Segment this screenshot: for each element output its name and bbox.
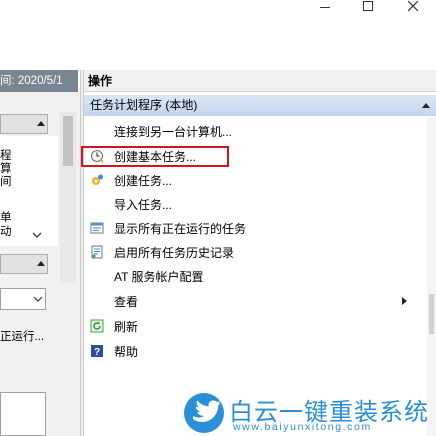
summary-line: 动 [0,226,12,238]
refresh-icon [90,319,104,333]
action-connect-computer[interactable]: 连接到另一台计算机... [84,120,424,142]
section-header-local[interactable]: 任务计划程序 (本地) [84,95,436,116]
summary-line: 算 [0,163,12,175]
collapse-bar-1[interactable] [0,114,48,134]
watermark-url: www.baiyunxitong.com [233,421,372,433]
task-gear-icon [90,173,104,187]
action-refresh[interactable]: 刷新 [84,315,424,337]
highlight-annotation-box [81,146,229,167]
close-icon [408,1,418,11]
collapse-up-icon [37,261,45,266]
actions-header: 操作 [84,70,436,92]
action-label: 刷新 [114,319,139,334]
action-label: AT 服务帐户配置 [114,269,204,284]
summary-lines: 程 算 间 [0,150,12,189]
help-icon: ? [90,344,104,358]
task-status-strip: 间: 2020/5/1 [0,70,78,92]
svg-text:?: ? [94,347,100,358]
collapse-up-icon [422,103,430,108]
scroll-thumb[interactable] [63,116,73,166]
maximize-button[interactable] [345,0,391,14]
maximize-icon [363,1,373,11]
action-help[interactable]: ? 帮助 [84,340,424,362]
left-scrollbar[interactable] [60,112,76,282]
action-enable-history[interactable]: 启用所有任务历史记录 [84,241,424,263]
close-button[interactable] [390,0,436,14]
action-import-task[interactable]: 导入任务... [84,193,424,215]
action-label: 导入任务... [114,197,173,212]
action-label: 启用所有任务历史记录 [114,245,235,260]
action-label: 创建任务... [114,173,173,188]
summary-line: 单 [0,212,12,224]
details-box [0,392,46,436]
collapse-bar-2[interactable] [0,254,48,274]
history-icon [90,245,104,259]
bird-logo-icon [184,393,224,433]
submenu-arrow-icon [402,297,407,305]
running-tasks-icon [90,221,104,235]
running-status-text: 正运行... [0,331,45,343]
action-label: 查看 [114,294,139,309]
filter-dropdown[interactable] [0,288,46,310]
action-view-menu[interactable]: 查看 [84,290,424,312]
collapse-up-icon [37,121,45,126]
action-at-service-config[interactable]: AT 服务帐户配置 [84,265,424,287]
actions-scrollbar[interactable] [427,118,436,436]
chevron-down-icon [33,296,43,302]
minimize-icon [320,6,330,8]
action-show-running-tasks[interactable]: 显示所有正在运行的任务 [84,217,424,239]
actions-title: 操作 [88,74,113,88]
action-label: 连接到另一台计算机... [114,124,233,139]
action-label: 显示所有正在运行的任务 [114,221,247,236]
chevron-down-icon [32,232,42,238]
section-title: 任务计划程序 (本地) [90,98,198,112]
summary-text-box: 程 算 间 单 动 [0,136,58,246]
last-run-text: 间: 2020/5/1 [0,75,63,87]
minimize-button[interactable] [302,0,348,14]
title-bar [0,0,436,14]
scroll-thumb[interactable] [429,294,434,334]
summary-line: 间 [0,176,12,188]
action-create-task[interactable]: 创建任务... [84,169,424,191]
watermark-logo: 白云一键重装系统 www.baiyunxitong.com [183,390,436,436]
summary-line: 程 [0,150,12,162]
action-label: 帮助 [114,344,139,359]
scroll-down-arrow[interactable] [32,228,42,242]
summary-lines-2: 单 动 [0,211,12,239]
